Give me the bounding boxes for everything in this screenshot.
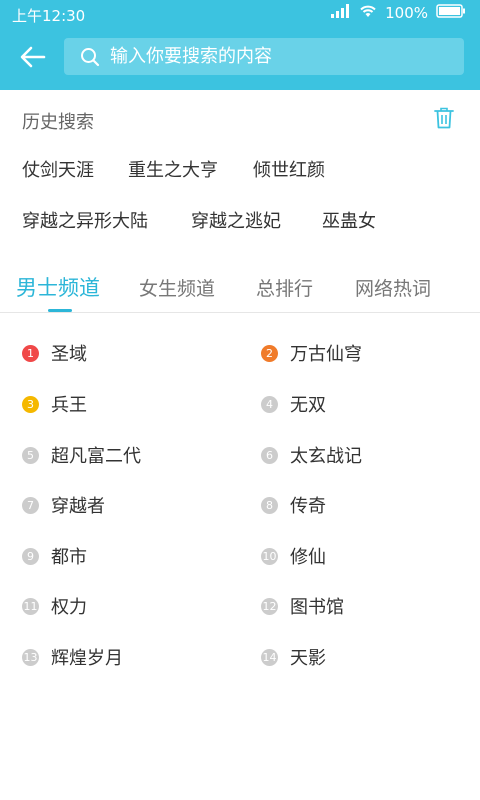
rank-number-badge: 6 [261, 446, 278, 464]
rank-item[interactable]: 5 超凡富二代 [22, 440, 141, 470]
history-row: 穿越之异形大陆 穿越之逃妃 巫蛊女 [22, 199, 462, 250]
battery-percent: 100% [385, 4, 428, 22]
rank-number-badge: 1 [22, 344, 39, 362]
history-tag[interactable]: 穿越之异形大陆 [22, 207, 148, 233]
rank-item[interactable]: 14 天影 [261, 642, 326, 672]
active-tab-indicator [48, 309, 72, 312]
rank-item[interactable]: 6 太玄战记 [261, 440, 362, 470]
history-tag[interactable]: 倾世红颜 [253, 156, 325, 182]
rank-number-badge: 5 [22, 446, 39, 464]
rank-item[interactable]: 11 权力 [22, 591, 87, 621]
tab-male-channel[interactable]: 男士频道 [16, 272, 100, 302]
rank-item[interactable]: 7 穿越者 [22, 490, 105, 520]
signal-icon [331, 4, 351, 22]
rank-label: 太玄战记 [290, 446, 362, 467]
status-bar: 上午12:30 100% [0, 0, 480, 28]
rank-label: 穿越者 [51, 496, 105, 517]
rank-item[interactable]: 8 传奇 [261, 490, 326, 520]
tab-hot-words[interactable]: 网络热词 [355, 274, 431, 301]
rank-item[interactable]: 1 圣域 [22, 338, 87, 368]
rank-number-badge: 11 [22, 597, 39, 615]
tab-female-channel[interactable]: 女生频道 [139, 274, 215, 301]
history-header: 历史搜索 [0, 90, 480, 148]
arrow-left-icon [20, 46, 46, 68]
search-icon [80, 47, 100, 67]
channel-tabs: 男士频道 女生频道 总排行 网络热词 [0, 262, 480, 313]
rank-label: 天影 [290, 648, 326, 669]
rank-label: 圣域 [51, 344, 87, 365]
rank-label: 图书馆 [290, 597, 344, 618]
back-button[interactable] [18, 42, 48, 72]
rank-number-badge: 3 [22, 395, 39, 413]
wifi-icon [359, 4, 377, 22]
rank-label: 都市 [51, 547, 87, 568]
rank-label: 超凡富二代 [51, 446, 141, 467]
rank-item[interactable]: 4 无双 [261, 389, 326, 419]
history-tags: 仗剑天涯 重生之大亨 倾世红颜 穿越之异形大陆 穿越之逃妃 巫蛊女 [22, 148, 462, 250]
tab-overall-ranking[interactable]: 总排行 [256, 274, 313, 301]
rank-number-badge: 10 [261, 547, 278, 565]
battery-icon [436, 4, 466, 22]
rank-number-badge: 2 [261, 344, 278, 362]
rank-number-badge: 8 [261, 496, 278, 514]
history-title: 历史搜索 [22, 112, 94, 133]
rank-label: 修仙 [290, 547, 326, 568]
status-time: 上午12:30 [12, 7, 86, 25]
rank-label: 传奇 [290, 496, 326, 517]
status-icons: 100% [331, 4, 466, 22]
history-tag[interactable]: 巫蛊女 [322, 207, 376, 233]
rank-number-badge: 14 [261, 648, 278, 666]
rank-number-badge: 7 [22, 496, 39, 514]
top-bar: 上午12:30 100% [0, 0, 480, 90]
search-box[interactable] [64, 38, 464, 75]
rank-item[interactable]: 2 万古仙穹 [261, 338, 362, 368]
rank-label: 辉煌岁月 [51, 648, 123, 669]
history-row: 仗剑天涯 重生之大亨 倾世红颜 [22, 148, 462, 199]
history-tag[interactable]: 重生之大亨 [128, 156, 218, 182]
rank-number-badge: 13 [22, 648, 39, 666]
rank-item[interactable]: 9 都市 [22, 541, 87, 571]
rank-number-badge: 9 [22, 547, 39, 565]
rank-label: 万古仙穹 [290, 344, 362, 365]
rank-label: 无双 [290, 395, 326, 416]
trash-icon[interactable] [434, 107, 454, 133]
history-tag[interactable]: 穿越之逃妃 [191, 207, 281, 233]
rank-number-badge: 12 [261, 597, 278, 615]
rank-item[interactable]: 10 修仙 [261, 541, 326, 571]
rank-label: 兵王 [51, 395, 87, 416]
rank-item[interactable]: 13 辉煌岁月 [22, 642, 123, 672]
rank-number-badge: 4 [261, 395, 278, 413]
rank-label: 权力 [51, 597, 87, 618]
rank-item[interactable]: 3 兵王 [22, 389, 87, 419]
rank-item[interactable]: 12 图书馆 [261, 591, 344, 621]
history-tag[interactable]: 仗剑天涯 [22, 156, 94, 182]
search-input[interactable] [110, 46, 430, 67]
